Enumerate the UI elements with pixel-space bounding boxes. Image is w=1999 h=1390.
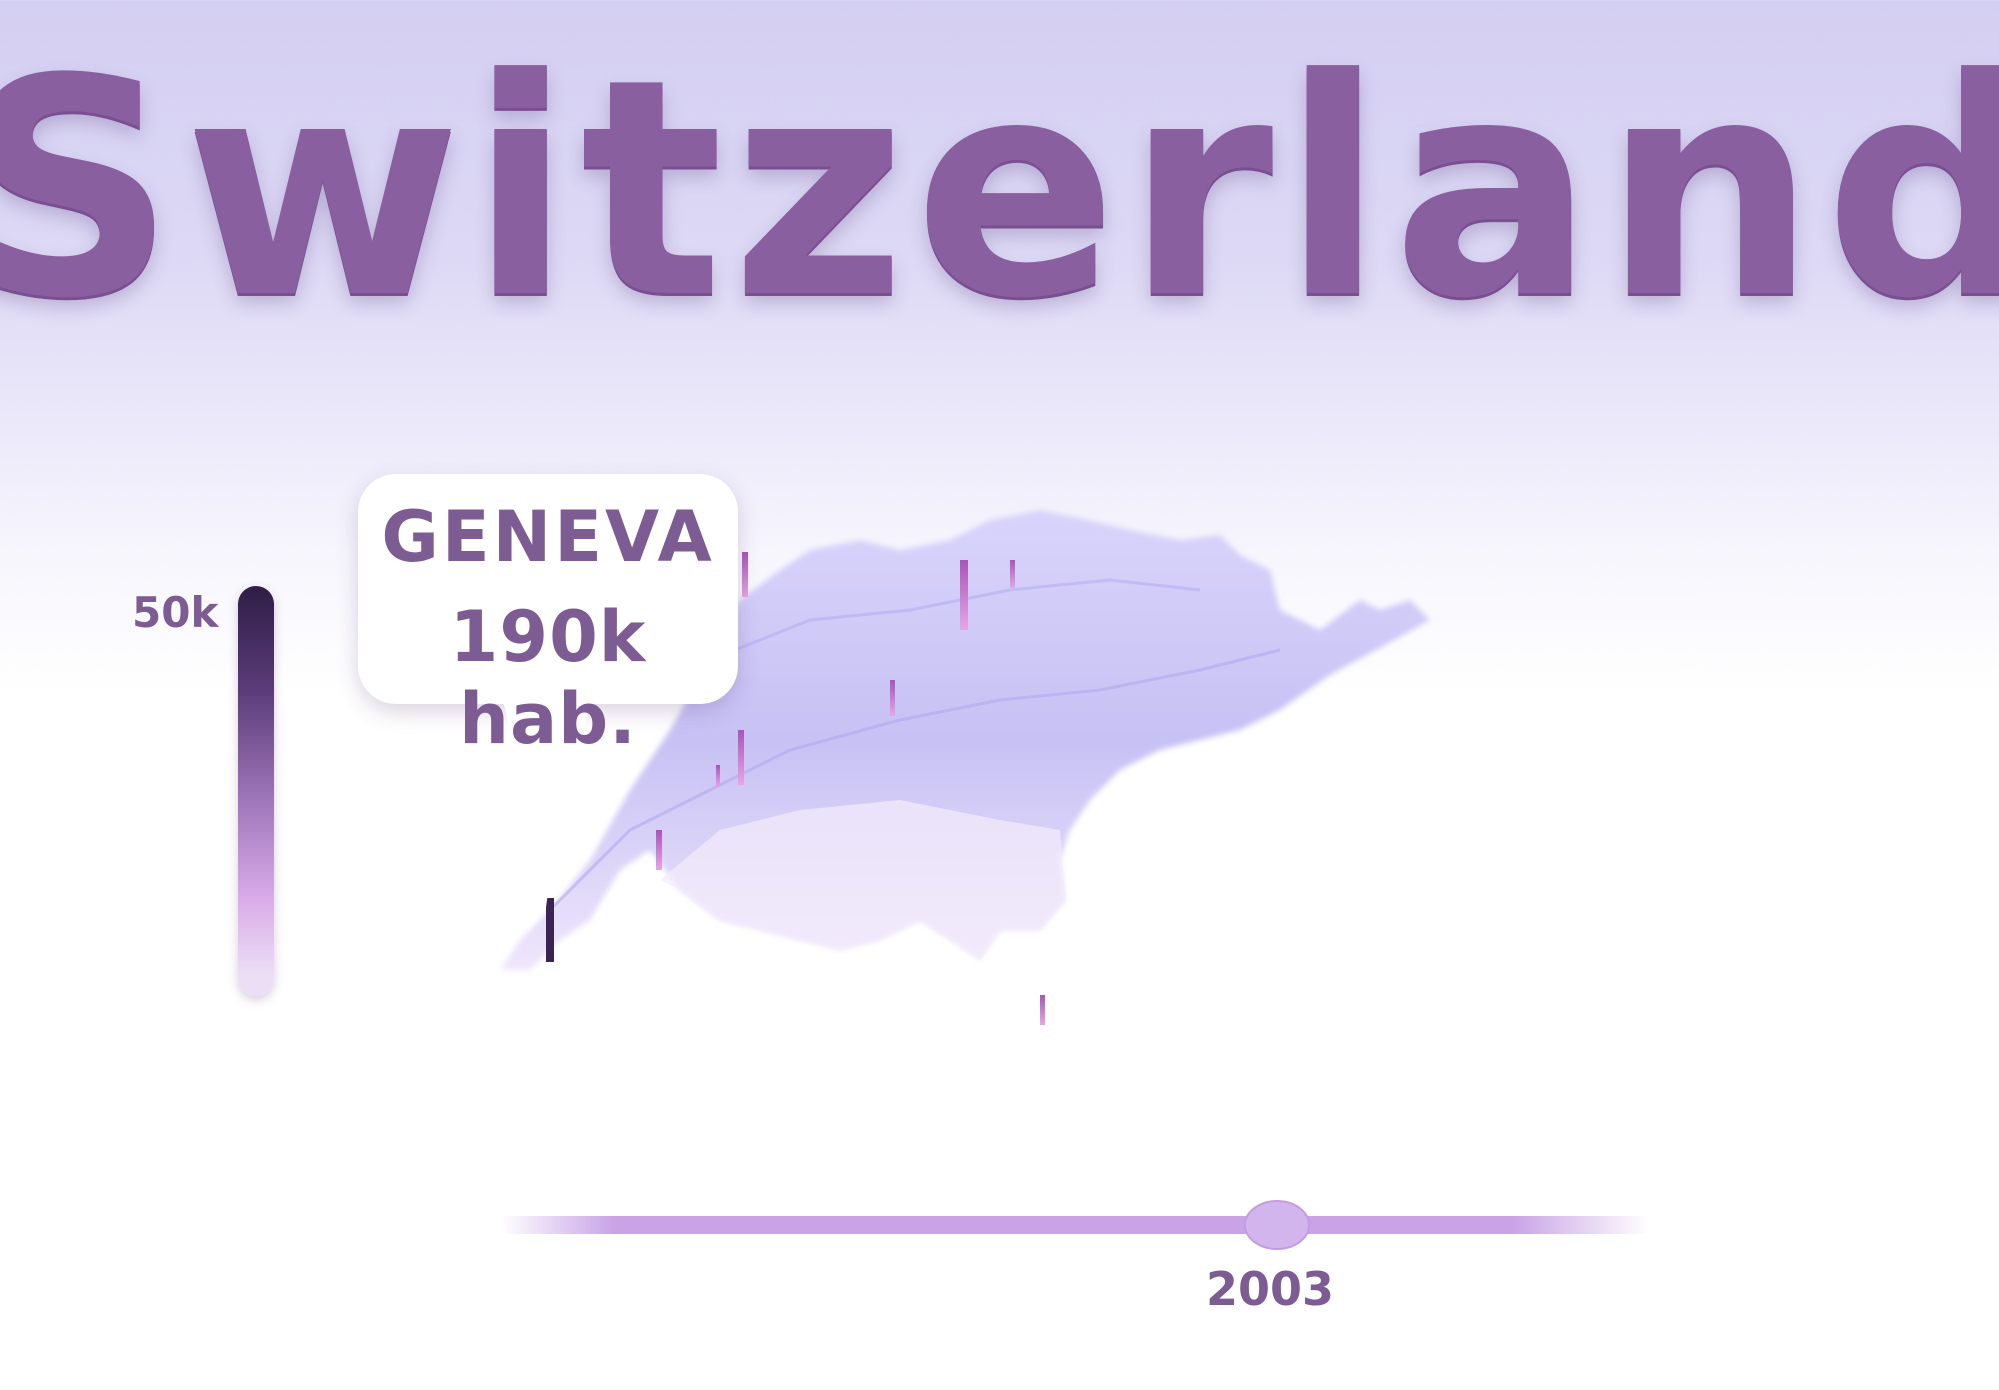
timeline-year-label: 2003 (1205, 1262, 1335, 1316)
population-legend-bar (238, 586, 274, 996)
spike-lucerne (890, 680, 895, 716)
year-timeline-slider[interactable] (500, 1200, 1650, 1250)
spike-bern (738, 730, 744, 785)
map-title: Switzerland (0, 15, 1999, 364)
spike-fribourg (716, 765, 720, 787)
spike-winterthur (1010, 560, 1015, 588)
spike-lugano (1040, 995, 1045, 1025)
callout-population: 190k hab. (449, 596, 647, 760)
timeline-track (500, 1216, 1650, 1234)
spike-basel (742, 552, 748, 597)
legend-max-label: 50k (132, 588, 219, 637)
spike-zurich (960, 560, 968, 630)
timeline-handle (1244, 1200, 1310, 1250)
spike-lausanne (656, 830, 662, 870)
callout-city-name: GENEVA (381, 496, 715, 578)
